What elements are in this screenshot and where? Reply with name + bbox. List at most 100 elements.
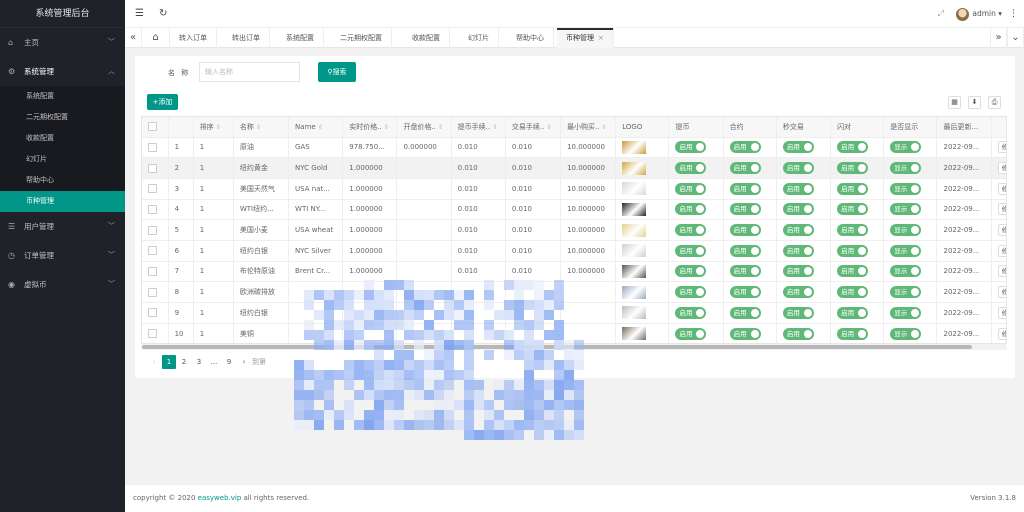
more-icon[interactable]: ⋮	[1009, 0, 1018, 28]
enable-toggle[interactable]: 启用	[782, 203, 814, 216]
column-header[interactable]: 最小购买.. ⇕	[560, 117, 617, 138]
sidebar-item-0[interactable]: ⌂ 主页 ﹀	[0, 28, 125, 57]
table-row[interactable]: 6 1 纽约白银 NYC Silver 1.000000 0.010 0.010 10.000…	[142, 240, 1006, 262]
column-header[interactable]: LOGO	[615, 117, 670, 138]
table-row[interactable]: 101美铜 启用 启用 启用 启用 显示 2022-09... 修	[142, 323, 1006, 343]
page-button[interactable]: 1	[162, 355, 176, 369]
tab-item[interactable]: 转出订单	[223, 28, 270, 48]
enable-toggle[interactable]: 启用	[837, 203, 869, 216]
column-header[interactable]: 开盘价格.. ⇕	[396, 117, 452, 138]
display-toggle[interactable]: 显示	[890, 244, 922, 257]
display-toggle[interactable]: 显示	[890, 182, 922, 195]
enable-toggle[interactable]: 启用	[837, 244, 869, 257]
search-button[interactable]: ⚲搜索	[318, 62, 356, 82]
fullscreen-icon[interactable]: ⤢	[938, 0, 944, 28]
column-header[interactable]: 提币手续.. ⇕	[451, 117, 506, 138]
sidebar-item-4[interactable]: ◉ 虚拟币 ﹀	[0, 270, 125, 299]
edit-button[interactable]: 修	[997, 327, 1006, 340]
sort-icon[interactable]: ⇕	[438, 124, 443, 131]
sidebar-subitem[interactable]: 幻灯片	[0, 149, 125, 170]
display-toggle[interactable]: 显示	[890, 203, 922, 216]
column-header[interactable]: 实时价格.. ⇕	[342, 117, 398, 138]
tab-scroll-right-icon[interactable]: »	[990, 28, 1007, 48]
edit-button[interactable]: 修	[997, 265, 1006, 278]
sort-icon[interactable]: ⇕	[384, 124, 389, 131]
edit-button[interactable]: 修	[997, 182, 1006, 195]
enable-toggle[interactable]: 启用	[837, 162, 869, 175]
enable-toggle[interactable]: 启用	[837, 327, 869, 340]
table-row[interactable]: 4 1 WTI纽约... WTI NY... 1.000000 0.010 0.010 10.…	[142, 199, 1006, 221]
column-header[interactable]: 闪对	[830, 117, 885, 138]
tab-item[interactable]: 转入订单	[170, 28, 217, 48]
page-button[interactable]: 3	[192, 355, 206, 369]
table-row[interactable]: 3 1 美国天然气 USA nat... 1.000000 0.010 0.010 10.00…	[142, 178, 1006, 200]
row-checkbox[interactable]	[148, 225, 157, 235]
display-toggle[interactable]: 显示	[890, 327, 922, 340]
sidebar-subitem[interactable]: 帮助中心	[0, 170, 125, 191]
column-header[interactable]: 提币	[668, 117, 724, 138]
next-page-icon[interactable]: ›	[237, 355, 251, 369]
row-checkbox[interactable]	[148, 308, 157, 318]
column-header[interactable]: Name ⇕	[288, 117, 344, 138]
row-checkbox[interactable]	[148, 204, 157, 214]
table-row[interactable]: 2 1 纽约黄金 NYC Gold 1.000000 0.010 0.010 10.00000…	[142, 157, 1006, 179]
prev-page-icon[interactable]: ‹	[147, 355, 161, 369]
page-button[interactable]: 2	[177, 355, 191, 369]
user-menu[interactable]: admin ▾	[956, 0, 1002, 28]
enable-toggle[interactable]: 启用	[782, 306, 814, 319]
enable-toggle[interactable]: 启用	[837, 286, 869, 299]
enable-toggle[interactable]: 启用	[675, 306, 707, 319]
search-input[interactable]	[199, 62, 300, 82]
enable-toggle[interactable]: 启用	[675, 224, 707, 237]
enable-toggle[interactable]: 启用	[675, 182, 707, 195]
enable-toggle[interactable]: 启用	[729, 182, 761, 195]
enable-toggle[interactable]: 启用	[782, 327, 814, 340]
add-button[interactable]: +添加	[147, 94, 178, 110]
row-checkbox[interactable]	[148, 287, 157, 297]
tab-item[interactable]: 币种管理 ×	[557, 28, 614, 48]
column-header[interactable]: 排序 ⇕	[193, 117, 234, 138]
sidebar-subitem[interactable]: 收款配置	[0, 128, 125, 149]
enable-toggle[interactable]: 启用	[729, 162, 761, 175]
enable-toggle[interactable]: 启用	[837, 182, 869, 195]
table-row[interactable]: 91纽约白银 启用 启用 启用 启用 显示 2022-09... 修	[142, 302, 1006, 324]
edit-button[interactable]: 修	[997, 244, 1006, 257]
sort-icon[interactable]: ⇕	[216, 124, 221, 131]
tab-item[interactable]: 系统配置	[277, 28, 324, 48]
print-icon[interactable]: ⎙	[988, 96, 1001, 109]
enable-toggle[interactable]: 启用	[782, 141, 814, 154]
row-checkbox[interactable]	[148, 163, 157, 173]
edit-button[interactable]: 修	[997, 203, 1006, 216]
display-toggle[interactable]: 显示	[890, 286, 922, 299]
column-header[interactable]: 名称 ⇕	[233, 117, 290, 138]
sidebar-subitem[interactable]: 二元期权配置	[0, 107, 125, 128]
tab-item[interactable]: 二元期权配置	[331, 28, 392, 48]
enable-toggle[interactable]: 启用	[729, 203, 761, 216]
enable-toggle[interactable]: 启用	[729, 265, 761, 278]
display-toggle[interactable]: 显示	[890, 162, 922, 175]
enable-toggle[interactable]: 启用	[729, 286, 761, 299]
enable-toggle[interactable]: 启用	[782, 162, 814, 175]
display-toggle[interactable]: 显示	[890, 141, 922, 154]
tab-item[interactable]: 收款配置	[403, 28, 450, 48]
sort-icon[interactable]: ⇕	[546, 124, 551, 131]
refresh-icon[interactable]: ↻	[159, 0, 167, 28]
close-icon[interactable]: ×	[598, 34, 604, 42]
display-toggle[interactable]: 显示	[890, 265, 922, 278]
enable-toggle[interactable]: 启用	[782, 286, 814, 299]
tab-item[interactable]: 帮助中心	[507, 28, 554, 48]
row-checkbox[interactable]	[148, 184, 157, 194]
enable-toggle[interactable]: 启用	[675, 265, 707, 278]
enable-toggle[interactable]: 启用	[675, 203, 707, 216]
export-icon[interactable]: ⬇	[968, 96, 981, 109]
enable-toggle[interactable]: 启用	[729, 224, 761, 237]
sidebar-subitem[interactable]: 系统配置	[0, 86, 125, 107]
enable-toggle[interactable]: 启用	[837, 306, 869, 319]
edit-button[interactable]: 修	[997, 306, 1006, 319]
sidebar-item-1[interactable]: ⚙ 系统管理 ︿	[0, 57, 125, 86]
edit-button[interactable]: 修	[997, 141, 1006, 154]
enable-toggle[interactable]: 启用	[837, 141, 869, 154]
table-row[interactable]: 7 1 布伦特原油 Brent Cr... 1.000000 0.010 0.010 10.0…	[142, 261, 1006, 283]
page-button[interactable]: 9	[222, 355, 236, 369]
tab-item[interactable]: 幻灯片	[459, 28, 499, 48]
